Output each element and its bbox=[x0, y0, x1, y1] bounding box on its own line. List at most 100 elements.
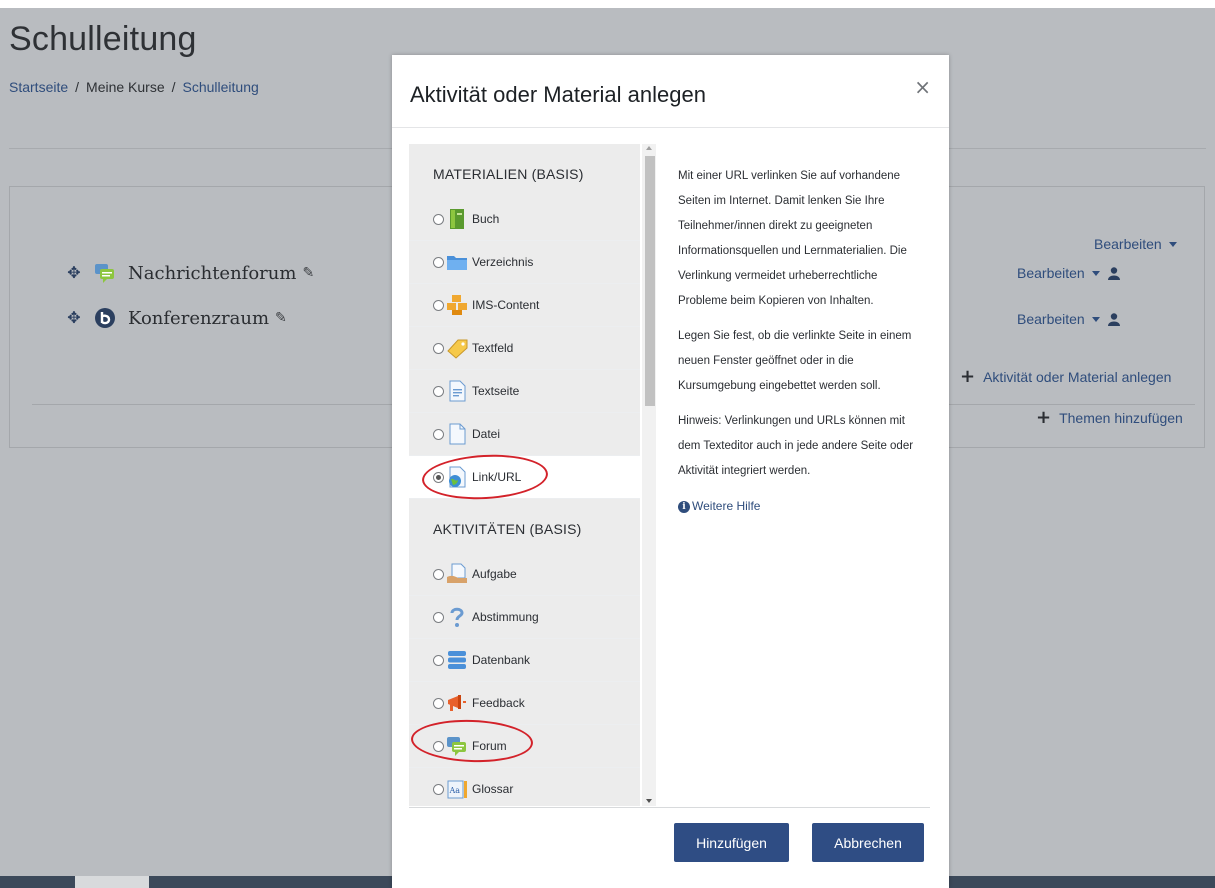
breadcrumb-courses[interactable]: Meine Kurse bbox=[86, 79, 165, 95]
glossary-icon: Aa bbox=[447, 780, 467, 799]
radio-button[interactable] bbox=[433, 256, 444, 268]
option-abstimmung[interactable]: Abstimmung bbox=[409, 596, 640, 639]
activity-title[interactable]: Konferenzraum bbox=[128, 308, 269, 329]
option-label: Verzeichnis bbox=[472, 255, 534, 269]
option-aufgabe[interactable]: Aufgabe bbox=[409, 553, 640, 596]
radio-button[interactable] bbox=[433, 697, 444, 709]
option-label: Aufgabe bbox=[472, 567, 517, 581]
option-datei[interactable]: Datei bbox=[409, 413, 640, 456]
option-textseite[interactable]: Textseite bbox=[409, 370, 640, 413]
radio-button[interactable] bbox=[433, 213, 444, 225]
radio-button[interactable] bbox=[433, 654, 444, 666]
add-topics-label: Themen hinzufügen bbox=[1059, 410, 1183, 426]
plus-icon: + bbox=[1036, 407, 1052, 428]
ims-content-icon bbox=[447, 295, 467, 315]
breadcrumb-separator: / bbox=[75, 79, 80, 95]
book-icon bbox=[450, 209, 464, 229]
add-activity-label: Aktivität oder Material anlegen bbox=[983, 369, 1172, 385]
database-icon bbox=[448, 651, 466, 669]
file-icon bbox=[449, 423, 466, 445]
user-icon[interactable] bbox=[1107, 266, 1120, 280]
svg-text:Aa: Aa bbox=[449, 786, 461, 795]
pencil-icon[interactable]: ✎ bbox=[275, 310, 287, 326]
chevron-down-icon bbox=[1091, 316, 1100, 322]
assignment-icon bbox=[447, 563, 467, 583]
section-heading-activities: AKTIVITÄTEN (BASIS) bbox=[433, 521, 582, 537]
more-help-link[interactable]: i Weitere Hilfe bbox=[678, 494, 918, 519]
option-label: Feedback bbox=[472, 696, 525, 710]
dialog-title: Aktivität oder Material anlegen bbox=[410, 82, 706, 107]
activity-chooser-dialog: Aktivität oder Material anlegen × MATERI… bbox=[392, 55, 949, 888]
footer-logo bbox=[75, 876, 149, 888]
folder-icon bbox=[447, 256, 467, 270]
add-button[interactable]: Hinzufügen bbox=[674, 823, 789, 862]
radio-button[interactable] bbox=[433, 428, 444, 440]
activity-edit-menu[interactable]: Bearbeiten bbox=[1017, 265, 1120, 281]
cancel-button[interactable]: Abbrechen bbox=[812, 823, 924, 862]
activity-title[interactable]: Nachrichtenforum bbox=[128, 263, 296, 284]
option-datenbank[interactable]: Datenbank bbox=[409, 639, 640, 682]
radio-button[interactable] bbox=[433, 783, 444, 795]
bigbluebutton-icon bbox=[95, 308, 115, 328]
option-label: Textfeld bbox=[472, 341, 514, 355]
activity-edit-menu[interactable]: Bearbeiten bbox=[1017, 311, 1120, 327]
option-label: Buch bbox=[472, 212, 500, 226]
edit-label: Bearbeiten bbox=[1017, 311, 1085, 327]
activity-konferenzraum[interactable]: ✥ Konferenzraum ✎ bbox=[66, 307, 287, 329]
radio-button[interactable] bbox=[433, 299, 444, 311]
breadcrumb-separator: / bbox=[171, 79, 176, 95]
description-panel: Mit einer URL verlinken Sie auf vorhande… bbox=[658, 144, 930, 806]
close-icon[interactable]: × bbox=[914, 75, 931, 99]
scroll-down-arrow-icon[interactable] bbox=[646, 799, 652, 803]
chevron-down-icon bbox=[1168, 241, 1177, 247]
edit-label: Bearbeiten bbox=[1094, 236, 1162, 252]
description-text: Mit einer URL verlinken Sie auf vorhande… bbox=[678, 164, 918, 519]
label-icon bbox=[447, 339, 468, 359]
move-icon[interactable]: ✥ bbox=[66, 265, 82, 281]
option-label: Textseite bbox=[472, 384, 520, 398]
add-topics-link[interactable]: + Themen hinzufügen bbox=[1036, 407, 1183, 428]
radio-button[interactable] bbox=[433, 385, 444, 397]
description-paragraph: Mit einer URL verlinken Sie auf vorhande… bbox=[678, 170, 907, 307]
pencil-icon[interactable]: ✎ bbox=[302, 265, 314, 281]
info-icon: i bbox=[678, 500, 690, 513]
description-paragraph: Legen Sie fest, ob die verlinkte Seite i… bbox=[678, 330, 912, 392]
dialog-footer-divider bbox=[409, 807, 930, 808]
choice-icon bbox=[450, 607, 464, 627]
edit-label: Bearbeiten bbox=[1017, 265, 1085, 281]
option-buch[interactable]: Buch bbox=[409, 198, 640, 241]
section-edit-menu[interactable]: Bearbeiten bbox=[1094, 236, 1177, 252]
forum-icon bbox=[95, 264, 114, 283]
radio-button[interactable] bbox=[433, 568, 444, 580]
breadcrumb-home[interactable]: Startseite bbox=[9, 79, 68, 95]
feedback-icon bbox=[448, 695, 466, 711]
scroll-thumb[interactable] bbox=[645, 156, 655, 406]
top-strip bbox=[0, 0, 1215, 8]
move-icon[interactable]: ✥ bbox=[66, 310, 82, 326]
radio-button[interactable] bbox=[433, 611, 444, 623]
option-label: IMS-Content bbox=[472, 298, 540, 312]
add-activity-link[interactable]: + Aktivität oder Material anlegen bbox=[960, 366, 1172, 387]
page-title: Schulleitung bbox=[9, 20, 197, 58]
user-icon[interactable] bbox=[1107, 312, 1120, 326]
activity-nachrichtenforum[interactable]: ✥ Nachrichtenforum ✎ bbox=[66, 262, 314, 284]
radio-button[interactable] bbox=[433, 342, 444, 354]
option-label: Datei bbox=[472, 427, 501, 441]
breadcrumb-current[interactable]: Schulleitung bbox=[183, 79, 259, 95]
chooser-scrollbar[interactable] bbox=[642, 144, 656, 806]
description-paragraph: Hinweis: Verlinkungen und URLs können mi… bbox=[678, 415, 914, 477]
plus-icon: + bbox=[960, 366, 976, 387]
scroll-up-arrow-icon[interactable] bbox=[646, 146, 652, 150]
breadcrumb: Startseite / Meine Kurse / Schulleitung bbox=[9, 79, 259, 95]
option-feedback[interactable]: Feedback bbox=[409, 682, 640, 725]
option-verzeichnis[interactable]: Verzeichnis bbox=[409, 241, 640, 284]
option-label: Datenbank bbox=[472, 653, 531, 667]
option-ims-content[interactable]: IMS-Content bbox=[409, 284, 640, 327]
option-glossar[interactable]: Aa Glossar bbox=[409, 768, 640, 806]
help-label: Weitere Hilfe bbox=[692, 499, 761, 513]
option-textfeld[interactable]: Textfeld bbox=[409, 327, 640, 370]
option-label: Abstimmung bbox=[472, 610, 539, 624]
dialog-header: Aktivität oder Material anlegen × bbox=[392, 55, 949, 128]
page-icon bbox=[449, 380, 466, 402]
section-heading-materials: MATERIALIEN (BASIS) bbox=[433, 166, 584, 182]
